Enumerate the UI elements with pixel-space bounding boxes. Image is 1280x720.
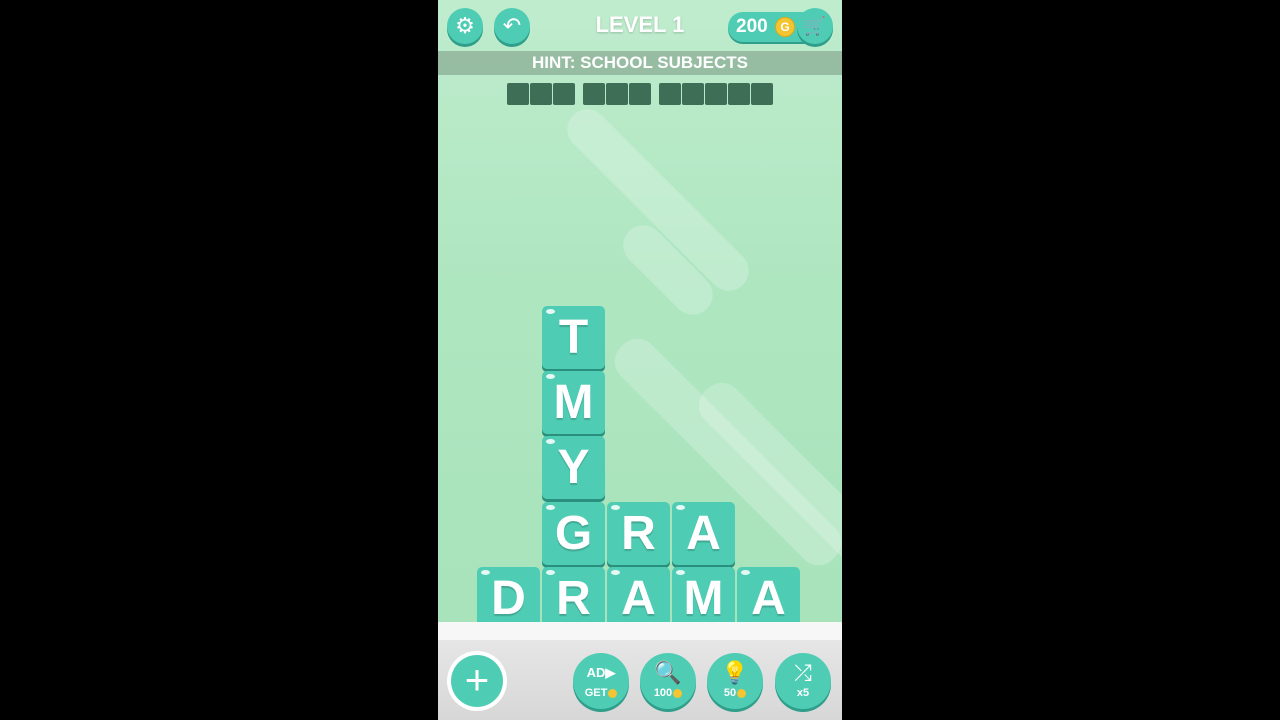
shop-button[interactable]: 🛒: [797, 8, 833, 44]
letter-tile[interactable]: M: [542, 371, 605, 434]
letter-tile[interactable]: R: [607, 502, 670, 565]
letter-tile[interactable]: T: [542, 306, 605, 369]
lightbulb-icon: 💡: [721, 660, 749, 685]
shuffle-button[interactable]: ⤮ x5: [775, 653, 831, 709]
hint-button[interactable]: 💡 50: [707, 653, 763, 709]
letter-tile[interactable]: R: [542, 567, 605, 630]
letter-tile[interactable]: M: [672, 567, 735, 630]
answer-slot: [530, 83, 552, 105]
watch-ad-button[interactable]: AD▶ GET: [573, 653, 629, 709]
powerup-label: GET: [573, 687, 629, 699]
letter-tile[interactable]: Y: [542, 436, 605, 499]
cart-icon: 🛒: [803, 15, 827, 36]
powerup-label: 100: [640, 687, 696, 699]
answer-slot: [751, 83, 773, 105]
hint-banner: HINT: SCHOOL SUBJECTS: [438, 51, 842, 75]
ad-icon: AD▶: [586, 665, 616, 680]
coin-icon: [737, 688, 747, 698]
letter-tile[interactable]: A: [607, 567, 670, 630]
plus-icon: +: [451, 655, 503, 707]
letter-tile[interactable]: A: [737, 567, 800, 630]
letter-tile[interactable]: G: [542, 502, 605, 565]
answer-slot: [705, 83, 727, 105]
floor-strip: [438, 622, 842, 642]
shuffle-icon: ⤮: [794, 660, 812, 685]
answer-slot: [659, 83, 681, 105]
letter-tile[interactable]: D: [477, 567, 540, 630]
powerup-label: 50: [707, 687, 763, 699]
answer-slot: [507, 83, 529, 105]
answer-slot: [583, 83, 605, 105]
coin-icon: [673, 688, 683, 698]
game-screen: ⚙ ↶ LEVEL 1 200 G 🛒 HINT: SCHOOL SUBJECT…: [438, 0, 842, 720]
answer-slot: [629, 83, 651, 105]
answer-slot: [606, 83, 628, 105]
coin-icon: [608, 688, 618, 698]
powerup-label: x5: [796, 687, 810, 699]
coin-icon: G: [775, 17, 795, 37]
reveal-letter-button[interactable]: 🔍 100: [640, 653, 696, 709]
coin-balance: 200: [736, 16, 768, 37]
magnifier-icon: 🔍: [654, 660, 682, 685]
letter-tile[interactable]: A: [672, 502, 735, 565]
answer-slot: [728, 83, 750, 105]
answer-slot: [553, 83, 575, 105]
add-button[interactable]: +: [447, 651, 507, 711]
answer-slot: [682, 83, 704, 105]
